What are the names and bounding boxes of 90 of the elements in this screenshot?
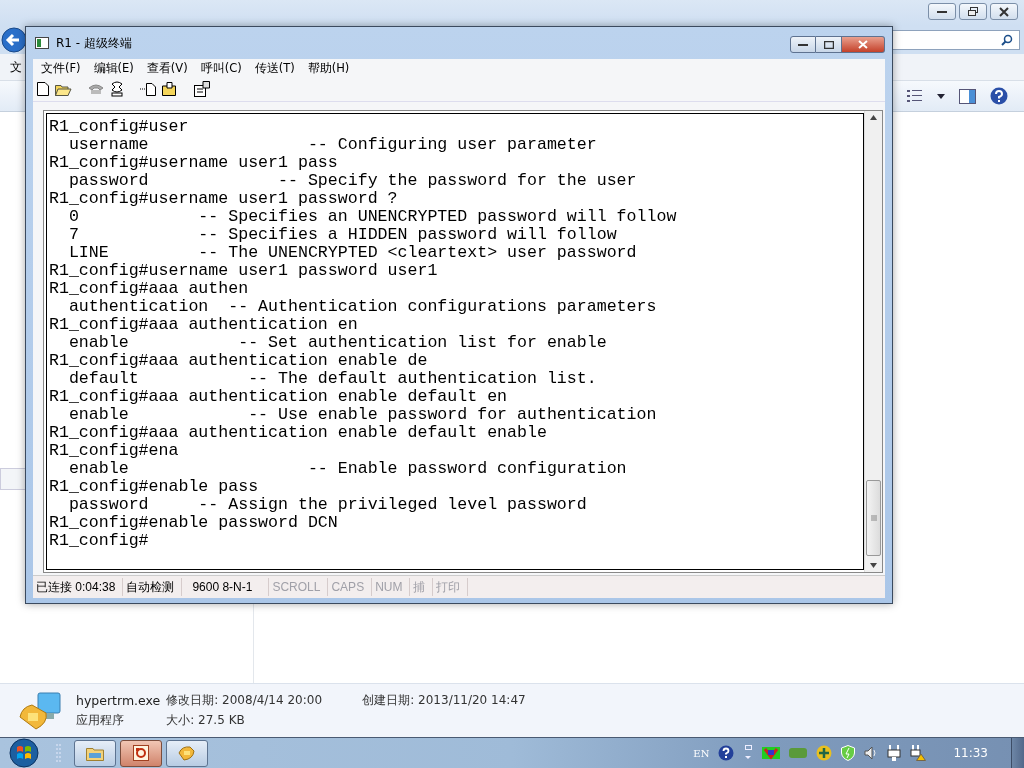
preview-pane-icon[interactable] bbox=[959, 88, 976, 104]
minimize-button[interactable] bbox=[928, 3, 956, 20]
menu-item[interactable]: 查看(V) bbox=[140, 60, 194, 76]
terminal-line: password -- Specify the password for the user bbox=[67, 172, 638, 190]
menu-item[interactable]: 编辑(E) bbox=[87, 60, 140, 76]
folder-icon bbox=[86, 745, 104, 761]
terminal-line: default -- The default authentication list. bbox=[67, 370, 598, 388]
terminal-line: R1_config#aaa authentication enable de bbox=[49, 352, 429, 370]
status-indicator: NUM bbox=[372, 578, 411, 596]
close-button[interactable] bbox=[990, 3, 1018, 20]
taskbar-button[interactable] bbox=[166, 739, 208, 767]
menu-item[interactable]: 传送(T) bbox=[248, 60, 301, 76]
taskbar-button[interactable] bbox=[120, 739, 162, 767]
nav-item[interactable] bbox=[0, 468, 26, 490]
close-button[interactable] bbox=[842, 36, 885, 53]
terminal-line: 7 -- Specifies a HIDDEN password will follow bbox=[67, 226, 618, 244]
receive-file-icon[interactable] bbox=[162, 82, 178, 96]
new-file-icon[interactable] bbox=[37, 82, 49, 96]
terminal-line: authentication -- Authentication configurations parameters bbox=[67, 298, 658, 316]
terminal-line: R1_config#username user1 password ? bbox=[49, 190, 399, 208]
status-indicator: 捕 bbox=[410, 578, 434, 596]
scroll-up-arrow-icon[interactable] bbox=[870, 115, 877, 120]
menu-item[interactable]: 呼叫(C) bbox=[194, 60, 248, 76]
caret-icon[interactable] bbox=[937, 93, 945, 99]
menu-item[interactable]: 文件(F) bbox=[35, 60, 87, 76]
shield-icon[interactable] bbox=[841, 745, 856, 761]
terminal-line: password -- Assign the privileged level password bbox=[67, 496, 588, 514]
open-folder-icon[interactable] bbox=[55, 82, 72, 96]
taskbar-button[interactable] bbox=[74, 739, 116, 767]
send-file-icon[interactable] bbox=[140, 82, 156, 96]
terminal-line: 0 -- Specifies an UNENCRYPTED password will follow bbox=[67, 208, 678, 226]
restore-button[interactable] bbox=[959, 3, 987, 20]
terminal-line: enable -- Set authentication list for enable bbox=[67, 334, 608, 352]
back-icon[interactable] bbox=[1, 27, 27, 53]
help-icon[interactable] bbox=[718, 745, 735, 761]
scrollbar[interactable] bbox=[864, 111, 882, 572]
scroll-down-arrow-icon[interactable] bbox=[870, 563, 877, 568]
menu-item[interactable]: 文 bbox=[10, 58, 22, 76]
terminal-line: R1_config#username user1 password user1 bbox=[49, 262, 439, 280]
power-plug-icon[interactable] bbox=[887, 745, 902, 761]
app-icon bbox=[35, 37, 49, 49]
phone-icon[interactable] bbox=[88, 83, 104, 95]
terminal-line: enable -- Use enable password for authentication bbox=[67, 406, 658, 424]
telephone-icon bbox=[178, 745, 196, 761]
created-date: 创建日期: 2013/11/20 14:47 bbox=[362, 692, 526, 709]
help-icon[interactable] bbox=[990, 87, 1008, 105]
start-button[interactable] bbox=[6, 738, 42, 768]
terminal-line: R1_config#aaa authentication enable default en bbox=[49, 388, 509, 406]
restore-icon bbox=[968, 7, 978, 16]
status-indicator: 已连接 0:04:38 bbox=[33, 578, 124, 596]
maximize-button[interactable] bbox=[816, 36, 842, 53]
terminal-line: R1_config# bbox=[49, 532, 150, 550]
file-size: 大小: 27.5 KB bbox=[166, 712, 246, 729]
close-icon bbox=[858, 40, 868, 49]
terminal-line: username -- Configuring user parameter bbox=[67, 136, 598, 154]
window-title: R1 - 超级终端 bbox=[56, 34, 132, 52]
terminal-line: R1_config#user bbox=[49, 118, 190, 136]
status-indicator: 打印 bbox=[433, 578, 469, 596]
status-indicator: SCROLL bbox=[269, 578, 329, 596]
menu-item[interactable]: 帮助(H) bbox=[301, 60, 356, 76]
terminal-line: R1_config#enable password DCN bbox=[49, 514, 339, 532]
minimize-button[interactable] bbox=[790, 36, 816, 53]
grip-icon bbox=[870, 515, 877, 521]
terminal-line: R1_config#aaa authen bbox=[49, 280, 250, 298]
maximize-icon bbox=[823, 40, 834, 49]
status-indicator: 9600 8-N-1 bbox=[182, 578, 270, 596]
terminal-line: R1_config#aaa authentication en bbox=[49, 316, 359, 334]
status-indicator: CAPS bbox=[328, 578, 373, 596]
terminal-line: LINE -- The UNENCRYPTED <cleartext> user password bbox=[67, 244, 638, 262]
modified-date: 修改日期: 2008/4/14 20:00 bbox=[166, 692, 324, 709]
properties-icon[interactable] bbox=[194, 81, 210, 97]
grip-icon bbox=[56, 743, 62, 763]
terminal-line: R1_config#aaa authentication enable default enable bbox=[49, 424, 548, 442]
status-indicator: 自动检测 bbox=[123, 578, 183, 596]
view-list-icon[interactable] bbox=[907, 89, 923, 103]
terminal-line: R1_config#ena bbox=[49, 442, 180, 460]
speaker-icon[interactable] bbox=[864, 746, 879, 760]
close-icon bbox=[999, 6, 1009, 17]
terminal-line: R1_config#enable pass bbox=[49, 478, 260, 496]
tray-app-icon[interactable] bbox=[762, 746, 781, 760]
file-name: hypertrm.exe bbox=[76, 693, 161, 708]
file-type: 应用程序 bbox=[76, 712, 125, 729]
search-icon bbox=[1001, 34, 1013, 46]
terminal-line: enable -- Enable password configuration bbox=[67, 460, 628, 478]
network-warning-icon[interactable] bbox=[910, 745, 927, 761]
terminal-line: R1_config#username user1 pass bbox=[49, 154, 339, 172]
media-player-icon bbox=[133, 745, 149, 761]
search-field[interactable] bbox=[892, 30, 1020, 50]
plus-icon[interactable] bbox=[816, 745, 833, 761]
telephone-computer-icon bbox=[18, 690, 62, 731]
